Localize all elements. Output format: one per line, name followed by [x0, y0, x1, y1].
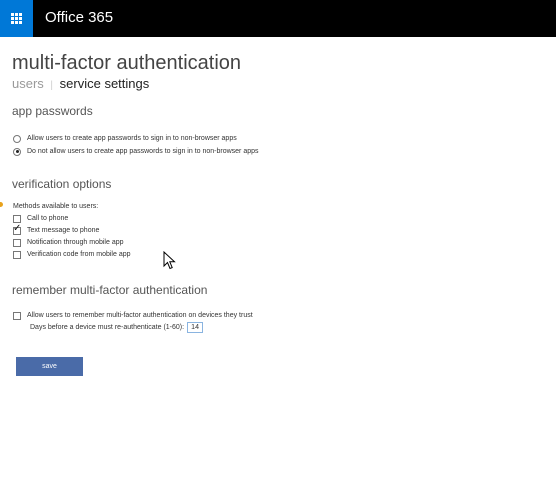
checkbox[interactable] [13, 250, 21, 259]
checkbox-label: Allow users to remember multi-factor aut… [27, 312, 253, 319]
save-button[interactable]: save [16, 357, 83, 376]
breadcrumb-separator: | [50, 80, 54, 91]
checkbox[interactable] [13, 214, 21, 223]
verification-options-heading: verification options [12, 177, 112, 191]
days-before-reauth-row: Days before a device must re-authenticat… [30, 321, 204, 333]
tab-service-settings[interactable]: service settings [60, 76, 150, 91]
tab-users[interactable]: users [12, 76, 44, 91]
waffle-icon [11, 13, 22, 24]
radio-allow-app-passwords[interactable]: Allow users to create app passwords to s… [13, 133, 237, 144]
days-label: Days before a device must re-authenticat… [30, 323, 185, 331]
checkbox[interactable] [13, 238, 21, 247]
radio-label: Do not allow users to create app passwor… [27, 148, 259, 155]
breadcrumb: users | service settings [12, 76, 149, 94]
checkbox[interactable] [13, 311, 21, 320]
days-input[interactable] [187, 321, 204, 333]
radio-button[interactable] [13, 134, 21, 143]
app-title[interactable]: Office 365 [45, 9, 113, 27]
radio-disallow-app-passwords[interactable]: Do not allow users to create app passwor… [13, 146, 259, 157]
checkbox-label: Verification code from mobile app [27, 251, 131, 258]
mouse-cursor-icon [163, 251, 176, 270]
page-title: multi-factor authentication [12, 52, 242, 74]
checkbox-label: Notification through mobile app [27, 239, 124, 246]
remember-mfa-heading: remember multi-factor authentication [12, 283, 208, 297]
checkbox-label: Text message to phone [27, 227, 100, 234]
checkmark-icon: ✓ [13, 222, 22, 234]
checkbox-remember-devices[interactable]: Allow users to remember multi-factor aut… [13, 310, 253, 321]
methods-label: Methods available to users: [13, 203, 99, 210]
checkbox-mobile-notification[interactable]: Notification through mobile app [13, 237, 124, 248]
checkbox-call-to-phone[interactable]: Call to phone [13, 213, 68, 224]
checkbox-mobile-code[interactable]: Verification code from mobile app [13, 249, 131, 260]
checkbox-checked[interactable]: ✓ [13, 222, 22, 235]
radio-button-selected[interactable] [13, 147, 21, 156]
app-passwords-heading: app passwords [12, 104, 93, 118]
app-launcher-button[interactable] [0, 0, 33, 37]
radio-label: Allow users to create app passwords to s… [27, 135, 237, 142]
feedback-marker [0, 202, 3, 207]
checkbox-label: Call to phone [27, 215, 69, 222]
top-bar: Office 365 [0, 0, 556, 37]
checkbox-text-message[interactable]: ✓ Text message to phone [13, 222, 100, 236]
